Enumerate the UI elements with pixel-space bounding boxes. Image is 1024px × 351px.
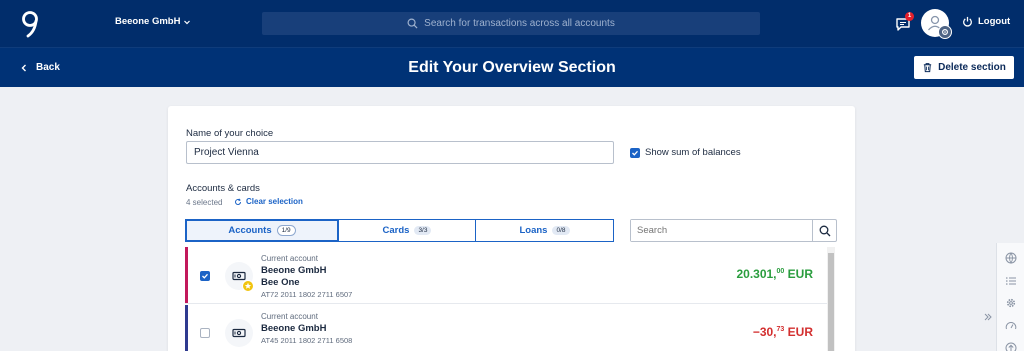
logo-icon[interactable] xyxy=(19,9,41,39)
power-icon xyxy=(963,16,972,27)
company-name: Beeone GmbH xyxy=(115,16,181,27)
list-scrollbar-thumb[interactable] xyxy=(828,253,834,351)
clear-selection-label: Clear selection xyxy=(246,197,303,206)
balance-currency: EUR xyxy=(787,325,813,339)
quick-tools-sidebar xyxy=(996,243,1024,351)
balance-cents: 73 xyxy=(776,326,785,333)
name-field-label: Name of your choice xyxy=(186,128,274,139)
account-checkbox[interactable] xyxy=(200,271,210,281)
avatar-settings[interactable] xyxy=(938,25,952,39)
account-icon xyxy=(225,319,253,347)
delete-section-label: Delete section xyxy=(938,62,1006,73)
account-color-bar xyxy=(185,247,188,303)
logout-button[interactable]: Logout xyxy=(962,16,1010,27)
section-name-input[interactable] xyxy=(186,141,614,164)
top-header: Beeone GmbH Search for transactions acro… xyxy=(0,0,1024,47)
search-icon xyxy=(819,225,830,236)
gauge-icon[interactable] xyxy=(1005,319,1017,331)
account-search-button[interactable] xyxy=(812,220,836,241)
star-icon xyxy=(242,280,254,292)
global-search-input[interactable]: Search for transactions across all accou… xyxy=(262,12,760,35)
account-type-tabs: Accounts 1/9 Cards 3/3 Loans 0/8 xyxy=(185,219,614,242)
account-type: Current account xyxy=(261,254,318,263)
tab-count: 1/9 xyxy=(276,225,296,236)
double-chevron-icon[interactable] xyxy=(983,309,993,321)
tab-count: 3/3 xyxy=(414,226,432,235)
show-sum-checkbox[interactable]: Show sum of balances xyxy=(630,147,741,158)
search-icon xyxy=(407,18,418,29)
tab-cards[interactable]: Cards 3/3 xyxy=(339,219,476,242)
checkmark-icon xyxy=(632,150,638,156)
list-item[interactable]: Current account Beeone GmbH AT45 2011 18… xyxy=(185,305,827,351)
balance-main: 20.301, xyxy=(736,267,777,281)
list-icon[interactable] xyxy=(1005,274,1017,286)
account-search xyxy=(630,219,837,242)
clear-selection-button[interactable]: Clear selection xyxy=(234,197,303,206)
list-item[interactable]: Current account Beeone GmbH Bee One AT72… xyxy=(185,247,827,304)
account-color-bar xyxy=(185,305,188,351)
account-name: Beeone GmbH xyxy=(261,323,327,334)
account-name: Beeone GmbH xyxy=(261,265,327,276)
trash-icon xyxy=(923,63,932,73)
accounts-cards-label: Accounts & cards xyxy=(186,183,260,194)
show-sum-check-box[interactable] xyxy=(630,147,640,158)
selected-count: 4 selected xyxy=(186,198,223,207)
globe-icon[interactable] xyxy=(1005,251,1017,264)
account-balance: 20.301,00 EUR xyxy=(736,267,813,281)
gear-icon xyxy=(941,28,949,36)
show-sum-label: Show sum of balances xyxy=(645,147,741,158)
account-search-input[interactable] xyxy=(631,220,812,241)
account-iban: AT45 2011 1802 2711 6508 xyxy=(261,336,353,345)
chevron-down-icon xyxy=(184,20,191,24)
account-subname: Bee One xyxy=(261,277,300,288)
tab-label: Loans xyxy=(519,225,548,236)
company-selector[interactable]: Beeone GmbH xyxy=(115,16,191,27)
account-balance: −30,73 EUR xyxy=(753,325,813,339)
settings-icon[interactable] xyxy=(1005,296,1017,308)
balance-main: −30, xyxy=(752,325,777,339)
delete-section-button[interactable]: Delete section xyxy=(914,56,1014,79)
balance-currency: EUR xyxy=(787,267,813,281)
account-list: Current account Beeone GmbH Bee One AT72… xyxy=(185,247,836,351)
account-type: Current account xyxy=(261,312,318,321)
edit-section-card: Name of your choice Show sum of balances… xyxy=(168,106,855,351)
tab-loans[interactable]: Loans 0/8 xyxy=(476,219,614,242)
account-iban: AT72 2011 1802 2711 6507 xyxy=(261,290,353,299)
message-badge: 1 xyxy=(905,12,914,21)
global-search-placeholder: Search for transactions across all accou… xyxy=(424,18,615,29)
page-header: Back Edit Your Overview Section Delete s… xyxy=(0,47,1024,87)
tab-count: 0/8 xyxy=(552,226,570,235)
arrow-up-icon[interactable] xyxy=(1005,341,1017,351)
tab-label: Accounts xyxy=(228,225,272,236)
account-checkbox[interactable] xyxy=(200,328,210,338)
balance-cents: 00 xyxy=(776,268,785,275)
checkmark-icon xyxy=(202,273,208,279)
logout-label: Logout xyxy=(978,16,1011,27)
tab-accounts[interactable]: Accounts 1/9 xyxy=(185,219,339,242)
tab-label: Cards xyxy=(382,225,410,236)
refresh-icon xyxy=(235,197,241,205)
page-title: Edit Your Overview Section xyxy=(408,59,616,76)
